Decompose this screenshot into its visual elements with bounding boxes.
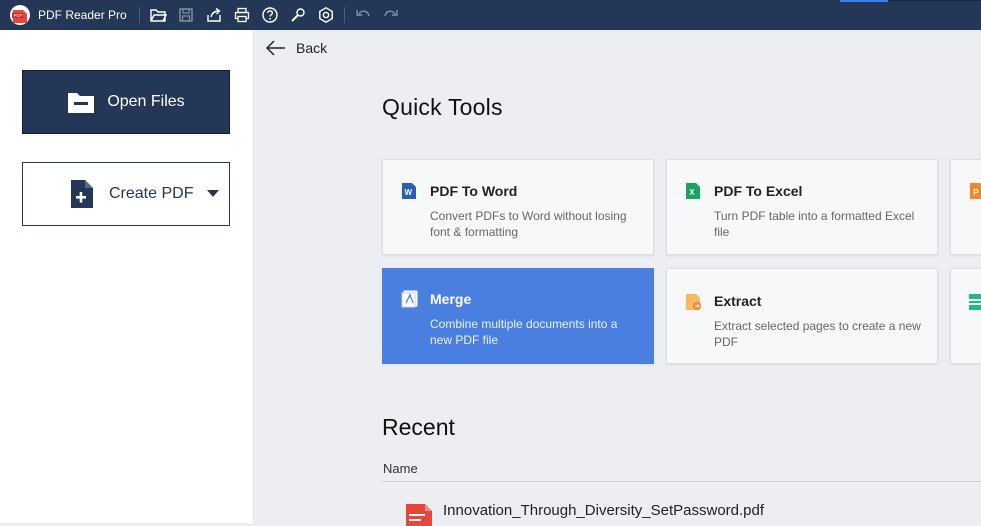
tool-card-pdf-to-excel[interactable]: X PDF To Excel Turn PDF table into a for…	[666, 159, 938, 255]
help-button[interactable]	[256, 0, 284, 30]
card-description: Combine multiple documents into a new PD…	[430, 317, 618, 347]
share-button[interactable]	[200, 0, 228, 30]
svg-text:X: X	[689, 188, 695, 197]
svg-text:W: W	[405, 188, 413, 197]
toolbar-separator	[138, 7, 140, 23]
quick-tools-heading: Quick Tools	[382, 94, 503, 120]
open-folder-icon	[150, 9, 167, 22]
undo-icon	[356, 10, 370, 17]
card-title: Extract	[714, 293, 762, 309]
create-pdf-label: Create PDF	[109, 185, 194, 202]
undo-button[interactable]	[349, 0, 377, 30]
tool-card-partial[interactable]: P	[950, 159, 981, 255]
column-header-name[interactable]: Name	[383, 461, 418, 476]
print-button[interactable]	[228, 0, 256, 30]
open-folder-button[interactable]	[144, 0, 172, 30]
card-title: PDF To Word	[430, 183, 518, 199]
redo-button[interactable]	[377, 0, 405, 30]
card-description: Turn PDF table into a formatted Excel fi…	[714, 209, 915, 239]
titlebar-divider	[888, 0, 981, 1]
settings-button[interactable]	[312, 0, 340, 30]
tool-card-partial[interactable]	[950, 268, 981, 364]
file-name: Innovation_Through_Diversity_SetPassword…	[443, 502, 765, 519]
open-files-label: Open Files	[107, 93, 185, 110]
create-pdf-button[interactable]: Create PDF	[22, 162, 230, 226]
word-icon: W	[401, 182, 417, 200]
left-panel: Open Files Create PDF	[0, 30, 254, 523]
arrow-left-icon	[266, 40, 286, 56]
tools-icon	[290, 8, 305, 22]
toolbar-separator	[343, 7, 345, 23]
share-icon	[207, 7, 221, 22]
tool-card-pdf-to-word[interactable]: W PDF To Word Convert PDFs to Word witho…	[382, 159, 654, 255]
svg-text:PDF: PDF	[14, 13, 23, 18]
compress-icon	[969, 293, 981, 311]
save-icon	[179, 8, 193, 22]
back-label: Back	[296, 40, 328, 56]
card-description: Convert PDFs to Word without losing font…	[430, 209, 627, 239]
card-description: Extract selected pages to create a new P…	[714, 319, 921, 349]
ppt-icon: P	[969, 182, 981, 200]
title-bar: PDF PDF Reader Pro	[0, 0, 981, 30]
recent-file-row[interactable]: Innovation_Through_Diversity_SetPassword…	[382, 493, 981, 526]
merge-icon	[401, 290, 419, 308]
excel-icon: X	[685, 182, 701, 200]
open-files-button[interactable]: Open Files	[22, 70, 230, 134]
tool-card-merge[interactable]: Merge Combine multiple documents into a …	[382, 268, 654, 364]
tab-indicator	[840, 0, 888, 2]
tool-card-extract[interactable]: Extract Extract selected pages to create…	[666, 268, 938, 364]
help-icon	[262, 7, 278, 23]
extract-icon	[685, 293, 703, 311]
table-divider	[382, 481, 981, 482]
new-document-icon	[69, 179, 95, 209]
svg-text:P: P	[973, 188, 979, 197]
save-button[interactable]	[172, 0, 200, 30]
recent-heading: Recent	[382, 414, 455, 440]
app-title: PDF Reader Pro	[38, 8, 127, 22]
app-logo-icon: PDF	[9, 4, 31, 26]
chevron-down-icon[interactable]	[207, 190, 220, 198]
tools-button[interactable]	[284, 0, 312, 30]
settings-icon	[318, 6, 333, 24]
back-button[interactable]: Back	[266, 40, 327, 56]
card-title: Merge	[430, 291, 472, 307]
card-title: PDF To Excel	[714, 183, 803, 199]
folder-icon	[67, 90, 95, 114]
print-icon	[234, 7, 249, 23]
redo-icon	[384, 10, 398, 17]
